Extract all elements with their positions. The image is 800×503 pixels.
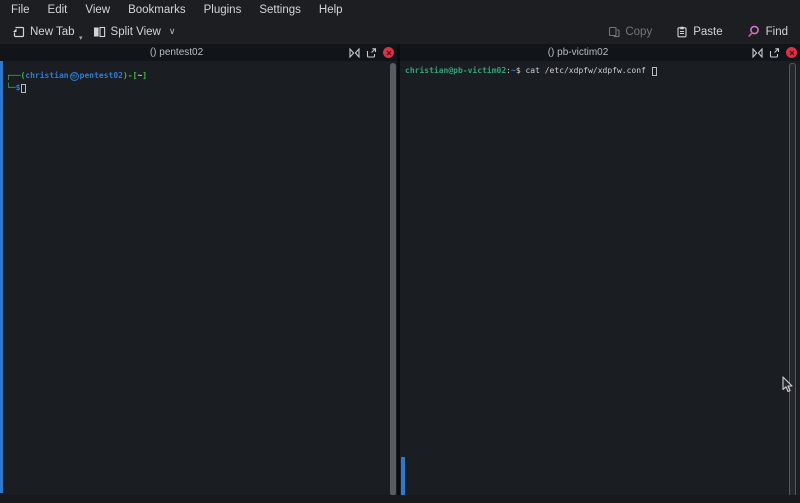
pane-title-pentest02: () pentest02: [0, 47, 353, 58]
pane-header-pb-victim02[interactable]: () pb-victim02: [400, 44, 800, 61]
prompt-corner: └─: [6, 82, 16, 94]
prompt-mid: )-[: [123, 70, 137, 82]
new-output-indicator-left: [0, 61, 3, 493]
menu-file[interactable]: File: [2, 2, 39, 18]
terminal-cursor: [652, 67, 657, 76]
new-tab-label: New Tab: [30, 26, 75, 38]
scrollbar-right-pane[interactable]: [789, 63, 796, 499]
prompt-line-2: └─$: [6, 82, 397, 94]
toolbar: New Tab ▾ Split View ∨ Copy: [0, 19, 800, 44]
scrollbar-left-pane[interactable]: [390, 63, 396, 496]
split-view-icon: [93, 26, 106, 38]
prompt-user: christian: [25, 70, 68, 82]
maximize-pane-icon[interactable]: [349, 47, 360, 58]
prompt-close: ]: [142, 70, 147, 82]
new-output-indicator-right: [401, 457, 405, 495]
pane-header-icons-right: [752, 44, 797, 61]
split-view-chevron-down-icon[interactable]: ∨: [169, 26, 176, 37]
mouse-pointer-icon: [781, 376, 794, 394]
close-icon[interactable]: [383, 47, 394, 58]
menu-bookmarks[interactable]: Bookmarks: [119, 2, 195, 18]
close-icon[interactable]: [786, 47, 797, 58]
menu-view[interactable]: View: [76, 2, 119, 18]
prompt-user-host: christian@pb-victim02: [405, 65, 506, 77]
split-headers-bar: () pentest02 () pb: [0, 44, 800, 61]
new-tab-dropdown-caret[interactable]: ▾: [79, 34, 83, 42]
menu-settings[interactable]: Settings: [250, 2, 310, 18]
menu-help[interactable]: Help: [310, 2, 352, 18]
typed-command: cat /etc/xdpfw/xdpfw.conf: [521, 65, 651, 77]
split-view-label: Split View: [111, 26, 161, 38]
prompt-sigil: $: [16, 82, 21, 94]
kali-symbol-icon: ㉿: [70, 72, 79, 81]
detach-pane-icon[interactable]: [769, 47, 780, 58]
maximize-pane-icon[interactable]: [752, 47, 763, 58]
menu-plugins[interactable]: Plugins: [195, 2, 251, 18]
terminal-pane-pb-victim02[interactable]: christian@pb-victim02:~$ cat /etc/xdpfw/…: [400, 61, 800, 495]
clipboard-paste-icon: [676, 26, 688, 38]
menu-edit[interactable]: Edit: [39, 2, 77, 18]
pane-divider[interactable]: [397, 44, 400, 495]
prompt-line-1: ┌──(christian㉿pentest02)-[~]: [6, 70, 397, 82]
terminal-cursor: [21, 84, 26, 93]
menu-bar: File Edit View Bookmarks Plugins Setting…: [0, 0, 800, 19]
window-bottom-edge: [0, 495, 800, 503]
magnifier-find-icon: [747, 25, 761, 38]
copy-icon: [608, 26, 620, 38]
prompt-host: pentest02: [80, 70, 123, 82]
split-view-button[interactable]: Split View ∨: [87, 23, 182, 41]
detach-pane-icon[interactable]: [366, 47, 377, 58]
pane-header-pentest02[interactable]: () pentest02: [0, 44, 397, 61]
pane-header-icons-left: [349, 44, 394, 61]
pane-title-pb-victim02: () pb-victim02: [400, 47, 756, 58]
find-button[interactable]: Find: [741, 22, 794, 41]
prompt-open: ┌──(: [6, 70, 25, 82]
tab-new-icon: [12, 26, 25, 38]
copy-label: Copy: [625, 26, 652, 38]
new-tab-button[interactable]: New Tab ▾: [6, 23, 81, 41]
copy-button[interactable]: Copy: [602, 23, 658, 41]
paste-button[interactable]: Paste: [670, 23, 728, 41]
terminal-pane-pentest02[interactable]: ┌──(christian㉿pentest02)-[~] └─$: [0, 61, 397, 495]
find-label: Find: [766, 26, 788, 38]
paste-label: Paste: [693, 26, 722, 38]
command-line: christian@pb-victim02:~$ cat /etc/xdpfw/…: [405, 65, 800, 77]
